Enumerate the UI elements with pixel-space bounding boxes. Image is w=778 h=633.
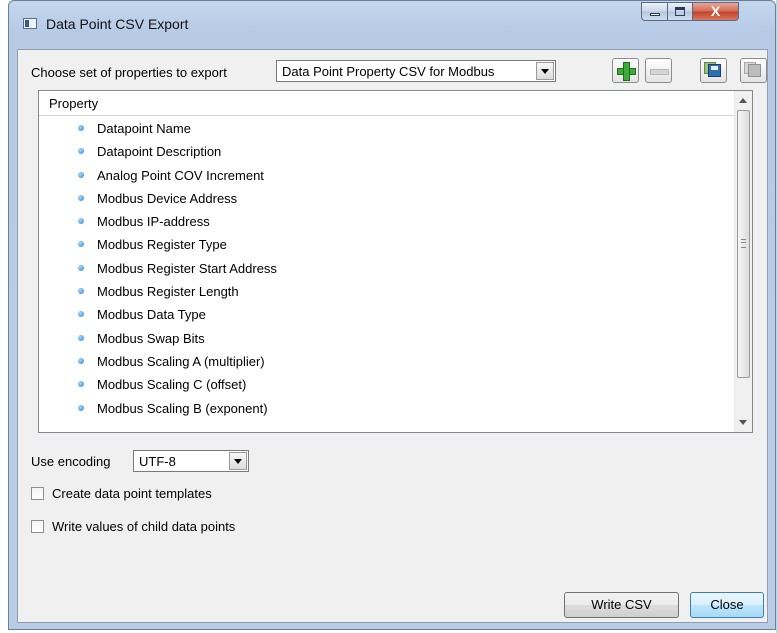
property-column-header[interactable]: Property [39, 91, 734, 116]
write-child-values-checkbox[interactable] [31, 520, 44, 533]
bullet-icon [78, 311, 84, 318]
window-close-button[interactable]: X [692, 2, 739, 21]
write-child-values-label[interactable]: Write values of child data points [52, 519, 235, 534]
list-item[interactable]: Modbus Register Type [39, 234, 734, 257]
title-bar[interactable]: Data Point CSV Export X [9, 1, 775, 41]
list-item[interactable]: Modbus Data Type [39, 304, 734, 327]
property-set-value: Data Point Property CSV for Modbus [282, 64, 495, 79]
minimize-icon [650, 13, 660, 16]
property-list[interactable]: Property Datapoint Name Datapoint Descri… [38, 90, 753, 433]
export-dialog-window: Data Point CSV Export X Choose set of pr… [8, 0, 776, 630]
maximize-icon [675, 7, 685, 16]
list-item[interactable]: Modbus Scaling C (offset) [39, 374, 734, 397]
bullet-icon [78, 125, 84, 131]
remove-icon [650, 69, 669, 75]
maximize-button[interactable] [667, 2, 693, 21]
minimize-button[interactable] [641, 2, 668, 21]
create-templates-label[interactable]: Create data point templates [52, 486, 212, 501]
bullet-icon [78, 334, 84, 341]
bullet-icon [78, 264, 84, 271]
list-item[interactable]: Datapoint Description [39, 141, 734, 164]
create-templates-checkbox[interactable] [31, 487, 44, 500]
list-item[interactable]: Modbus Scaling B (exponent) [39, 398, 734, 421]
bullet-icon [78, 218, 84, 225]
encoding-dropdown[interactable]: UTF-8 [133, 450, 249, 472]
save-as-icon [748, 64, 761, 77]
write-csv-button[interactable]: Write CSV [564, 592, 679, 618]
add-property-set-button[interactable] [612, 58, 639, 83]
bullet-icon [78, 404, 84, 411]
dialog-client-area: Choose set of properties to export Data … [17, 49, 768, 623]
property-rows: Datapoint Name Datapoint Description Ana… [39, 118, 734, 421]
grip-icon [741, 239, 746, 248]
list-item[interactable]: Modbus Scaling A (multiplier) [39, 351, 734, 374]
save-icon [708, 64, 721, 77]
close-icon: X [710, 3, 721, 19]
scroll-down-icon[interactable] [739, 420, 747, 425]
bullet-icon [78, 357, 84, 364]
list-item[interactable]: Datapoint Name [39, 118, 734, 141]
list-item[interactable]: Modbus Register Start Address [39, 258, 734, 281]
list-item[interactable]: Modbus Swap Bits [39, 328, 734, 351]
save-as-property-set-button[interactable] [740, 58, 767, 83]
encoding-value: UTF-8 [139, 454, 176, 469]
property-set-dropdown[interactable]: Data Point Property CSV for Modbus [276, 60, 556, 82]
encoding-label: Use encoding [31, 454, 111, 469]
property-header-label: Property [49, 96, 99, 111]
bullet-icon [78, 288, 84, 295]
list-item[interactable]: Modbus Device Address [39, 188, 734, 211]
save-property-set-button[interactable] [700, 58, 727, 83]
app-icon [23, 18, 37, 29]
list-item[interactable]: Analog Point COV Increment [39, 165, 734, 188]
scroll-up-icon[interactable] [739, 98, 747, 103]
window-title: Data Point CSV Export [46, 16, 189, 32]
list-item[interactable]: Modbus IP-address [39, 211, 734, 234]
vertical-scrollbar[interactable] [734, 91, 752, 432]
list-item[interactable]: Modbus Register Length [39, 281, 734, 304]
close-button[interactable]: Close [690, 592, 764, 618]
choose-properties-label: Choose set of properties to export [31, 65, 227, 80]
bullet-icon [78, 381, 84, 388]
remove-property-set-button[interactable] [645, 58, 672, 83]
bullet-icon [78, 194, 84, 201]
bullet-icon [78, 241, 84, 248]
chevron-down-icon[interactable] [229, 452, 247, 470]
chevron-down-icon[interactable] [536, 62, 554, 80]
bullet-icon [78, 171, 84, 178]
bullet-icon [78, 148, 84, 155]
scrollbar-thumb[interactable] [737, 110, 750, 378]
